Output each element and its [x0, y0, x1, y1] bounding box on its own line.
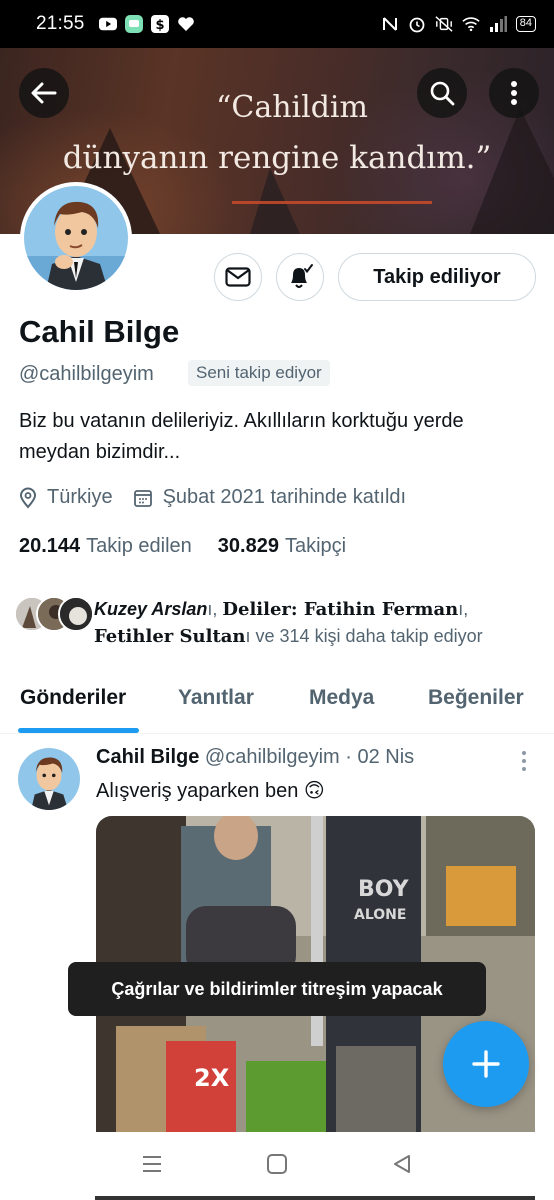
post-author-name[interactable]: Cahil Bilge — [96, 746, 199, 768]
more-options-button[interactable] — [489, 68, 539, 118]
status-time: 21:55 — [36, 13, 85, 34]
follower-name-2: Deliler: Fatihin Ferman — [222, 599, 459, 620]
post-more-button[interactable] — [514, 750, 534, 777]
followed-by-rest: ı ve 314 kişi daha takip ediyor — [245, 626, 483, 646]
following-stat[interactable]: 20.144 Takip edilen — [19, 535, 192, 558]
message-button[interactable] — [214, 253, 262, 301]
banner-quote-line2: dünyanın rengine kandım.” — [62, 140, 492, 176]
profile-name: Cahil Bilge — [19, 314, 180, 349]
banner-quote-line1: “Cahildim — [216, 90, 368, 125]
recent-apps-button[interactable] — [141, 1154, 163, 1179]
avatar-illustration — [18, 748, 80, 810]
profile-avatar[interactable] — [20, 182, 132, 294]
next-post-preview-edge — [95, 1196, 535, 1200]
bell-check-icon — [291, 264, 313, 288]
post-header: Cahil Bilge @cahilbilgeyim · 02 Nis — [96, 746, 414, 769]
more-vertical-icon — [511, 81, 517, 105]
menu-lines-icon — [143, 1155, 162, 1172]
system-navigation-bar — [0, 1132, 554, 1200]
tab-media[interactable]: Medya — [309, 686, 374, 710]
wifi-icon — [462, 15, 480, 33]
following-button[interactable]: Takip ediliyor — [338, 253, 536, 301]
tab-likes[interactable]: Beğeniler — [428, 686, 524, 710]
shirt-text-1: BOY — [358, 877, 410, 902]
envelope-icon — [225, 267, 251, 287]
triangle-back-icon — [393, 1154, 410, 1173]
followers-count: 30.829 — [217, 535, 279, 557]
profile-tabs: Gönderiler Yanıtlar Medya Beğeniler — [0, 668, 554, 734]
notifications-button[interactable] — [276, 253, 324, 301]
home-button[interactable] — [266, 1153, 288, 1180]
svg-text:$: $ — [155, 18, 164, 33]
follows-you-badge: Seni takip ediyor — [188, 360, 330, 386]
followers-label: Takipçi — [284, 535, 347, 557]
following-count: 20.144 — [19, 535, 81, 557]
calendar-icon — [133, 488, 153, 508]
plus-icon — [472, 1050, 500, 1078]
banner-divider — [232, 201, 432, 204]
alarm-icon — [408, 15, 426, 33]
box-text: 2X — [194, 1064, 230, 1092]
post-author-avatar[interactable] — [18, 748, 80, 810]
compose-post-button[interactable] — [443, 1021, 529, 1107]
square-icon — [266, 1153, 287, 1174]
profile-stats: 20.144 Takip edilen 30.829 Takipçi — [19, 535, 372, 558]
location-text: Türkiye — [47, 486, 113, 508]
status-right-icons: 84 — [381, 15, 536, 33]
profile-meta: Türkiye Şubat 2021 tarihinde katıldı — [19, 486, 426, 509]
heart-icon — [177, 15, 195, 33]
back-button[interactable] — [19, 68, 69, 118]
follower-name-2-suffix: ı, — [458, 599, 469, 619]
following-label: Takip edilen — [86, 535, 192, 557]
follower-name-1: Kuzey Arslan — [94, 599, 208, 619]
nfc-icon — [381, 15, 399, 33]
followers-stat[interactable]: 30.829 Takipçi — [218, 535, 346, 558]
profile-joined: Şubat 2021 tarihinde katıldı — [133, 486, 407, 509]
search-icon — [430, 81, 455, 106]
youtube-icon — [98, 15, 117, 33]
more-vertical-icon — [522, 751, 526, 771]
dollar-app-icon: $ — [150, 15, 169, 33]
tab-posts[interactable]: Gönderiler — [20, 686, 126, 710]
search-button[interactable] — [417, 68, 467, 118]
tab-replies[interactable]: Yanıtlar — [178, 686, 254, 710]
profile-bio: Biz bu vatanın delileriyiz. Akıllıların … — [19, 410, 464, 463]
profile-handle: @cahilbilgeyim — [19, 363, 154, 385]
post-text: Alışveriş yaparken ben 🙃 — [96, 780, 325, 802]
location-pin-icon — [19, 487, 37, 509]
arrow-left-icon — [31, 82, 57, 104]
status-bar: 21:55 $ 84 — [0, 0, 554, 48]
chat-app-icon — [124, 15, 143, 33]
shirt-text-2: ALONE — [354, 907, 406, 923]
follower-name-1-suffix: ı, — [207, 599, 223, 619]
battery-icon: 84 — [515, 16, 536, 32]
profile-location: Türkiye — [19, 486, 113, 509]
followed-by-avatars[interactable] — [14, 596, 94, 632]
follower-avatar — [58, 596, 94, 632]
system-back-button[interactable] — [391, 1153, 413, 1180]
post-handle-date: @cahilbilgeyim · 02 Nis — [204, 746, 415, 768]
signal-icon — [489, 15, 507, 33]
followed-by-text[interactable]: Kuzey Arslanı, Deliler: Fatihin Fermanı,… — [94, 596, 534, 650]
vibration-toast: Çağrılar ve bildirimler titreşim yapacak — [68, 962, 486, 1016]
active-tab-indicator — [18, 728, 139, 733]
follower-name-3: Fetihler Sultan — [94, 626, 246, 647]
avatar-illustration — [24, 186, 128, 290]
joined-text: Şubat 2021 tarihinde katıldı — [162, 486, 407, 508]
vibrate-icon — [435, 15, 453, 33]
status-left-icons: $ — [98, 15, 195, 33]
